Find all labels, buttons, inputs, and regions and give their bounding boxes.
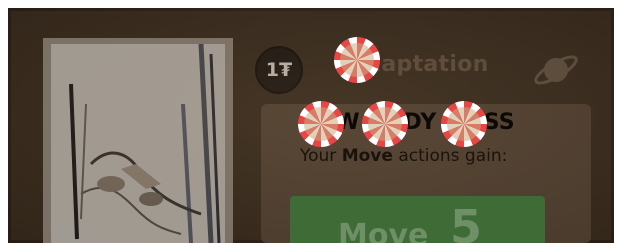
card-art-frame [43, 38, 233, 243]
level-text: 1₮ [265, 59, 293, 81]
move-bonus-label: Move [338, 218, 429, 243]
keyword-marker-3[interactable] [441, 101, 487, 147]
desc-prefix: Your [300, 146, 342, 166]
move-bonus-value: 5 [450, 200, 483, 243]
keyword-marker-1[interactable] [298, 101, 344, 147]
card-illustration [51, 44, 225, 243]
ability-description: Your Move actions gain: [300, 146, 507, 166]
level-badge: 1₮ [255, 46, 303, 94]
title-marker[interactable] [334, 37, 380, 83]
move-bonus-box: Move 5 [290, 196, 545, 243]
planet-icon [534, 55, 578, 85]
desc-emphasis: Move [341, 146, 393, 166]
desc-suffix: actions gain: [392, 146, 508, 166]
keyword-marker-2[interactable] [362, 101, 408, 147]
